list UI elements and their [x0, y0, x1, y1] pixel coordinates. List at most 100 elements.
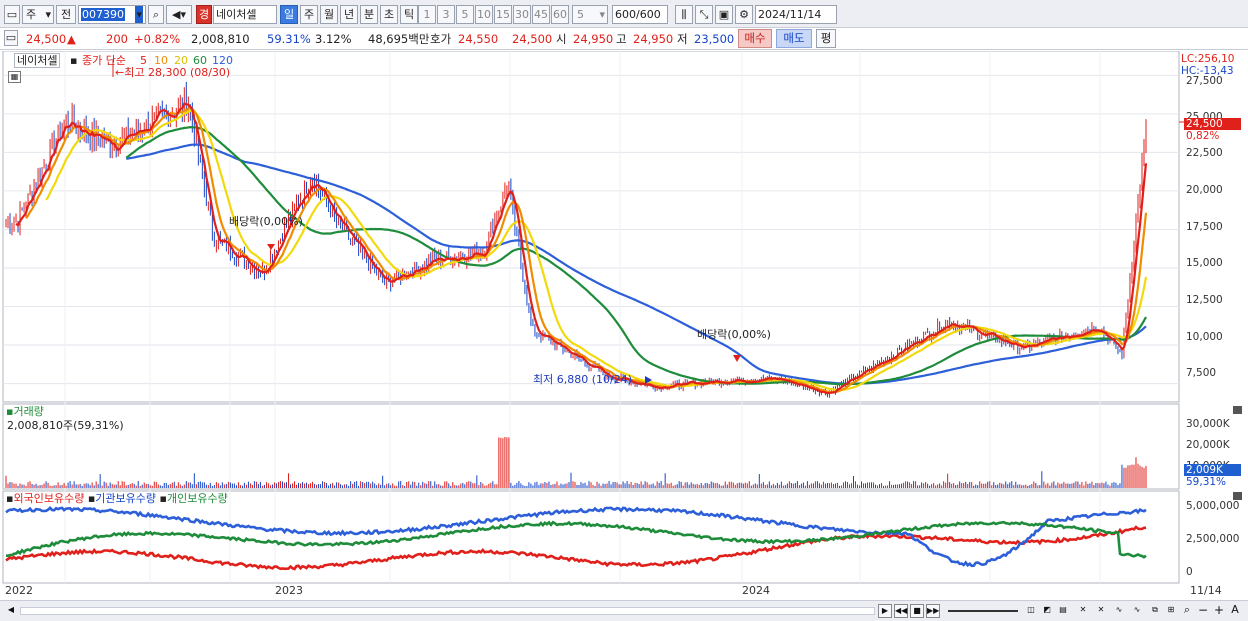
- stock-code-input[interactable]: 007390 ▾: [78, 5, 146, 24]
- cross-icon[interactable]: ✕: [1076, 604, 1090, 618]
- evaluate-button[interactable]: 평: [816, 29, 836, 48]
- chevron-down-icon: ▾: [599, 8, 605, 21]
- change-arrow-icon: ▲: [67, 32, 76, 46]
- dividend-label-1: 배당락(0,00%): [229, 215, 303, 228]
- tab-minute[interactable]: 분: [360, 5, 378, 24]
- price-tick: 10,000: [1186, 331, 1223, 343]
- stop-icon[interactable]: ■: [910, 604, 924, 618]
- expand-icon[interactable]: ▭: [4, 30, 18, 46]
- x-tick: 11/14: [1190, 584, 1222, 597]
- price-tick: 15,000: [1186, 257, 1223, 269]
- candle-icon[interactable]: ⫼: [675, 5, 693, 24]
- font-size-icon[interactable]: A: [1228, 604, 1242, 618]
- low-price: 23,500: [694, 32, 735, 46]
- price-tick: 22,500: [1186, 147, 1223, 159]
- draw-tool-icon[interactable]: ⤡: [695, 5, 713, 24]
- interval-select[interactable]: 5 ▾: [572, 5, 608, 24]
- open-price: 24,950: [573, 32, 614, 46]
- current-price: 24,500: [26, 32, 67, 46]
- scroll-right-icon[interactable]: ▶: [878, 604, 892, 618]
- low-annotation: 최저 6,880 (10/24): [533, 373, 633, 386]
- interval-10[interactable]: 10: [475, 5, 493, 24]
- table-icon[interactable]: ▦: [8, 71, 21, 83]
- open-label: 시: [556, 32, 567, 46]
- legend-bullet-icon: ▪: [70, 54, 78, 67]
- tool-icon[interactable]: ◫: [1024, 604, 1038, 618]
- current-price-box: 24,500: [1184, 118, 1241, 130]
- window-menu-icon[interactable]: ▭: [4, 5, 20, 24]
- volume-title: ▪거래량: [6, 405, 44, 418]
- interval-45[interactable]: 45: [532, 5, 550, 24]
- prev-button[interactable]: 전: [56, 5, 76, 24]
- bid-price: 24,500: [512, 32, 553, 46]
- tab-second[interactable]: 초: [380, 5, 398, 24]
- low-label: 저: [677, 32, 688, 46]
- zoom-icon[interactable]: ⌕: [1180, 604, 1194, 618]
- save-icon[interactable]: ▣: [715, 5, 733, 24]
- high-price: 24,950: [633, 32, 674, 46]
- stock-name-field[interactable]: 네이처셀: [213, 5, 277, 24]
- price-tick: 7,500: [1186, 367, 1217, 379]
- speaker-icon[interactable]: ◀▾: [166, 5, 192, 24]
- chart-icon[interactable]: ⊞: [1164, 604, 1178, 618]
- rewind-icon[interactable]: ◀◀: [894, 604, 908, 618]
- pane-close-icon[interactable]: [1233, 492, 1242, 500]
- high-label: 고: [616, 32, 627, 46]
- tool-icon[interactable]: ◩: [1040, 604, 1054, 618]
- current-volume-box: 2,009K: [1184, 464, 1241, 476]
- zoom-in-icon[interactable]: +: [1212, 604, 1226, 618]
- legend-stock-name[interactable]: 네이처셀: [14, 53, 61, 68]
- interval-3[interactable]: 3: [437, 5, 455, 24]
- gear-icon[interactable]: ⚙: [735, 5, 753, 24]
- holdings-legend: ▪외국인보유수량 ▪기관보유수량 ▪개인보유수량: [6, 492, 228, 505]
- horizontal-scrollbar[interactable]: [20, 607, 875, 615]
- count-field[interactable]: 600/600: [612, 5, 668, 24]
- legend-individual: 개인보유수량: [166, 492, 228, 505]
- high-annotation-text: 최고 28,300 (08/30): [124, 66, 231, 79]
- ask-label: 호가: [430, 32, 452, 46]
- volume-title-text: 거래량: [13, 405, 44, 418]
- interval-30[interactable]: 30: [513, 5, 531, 24]
- interval-1[interactable]: 1: [418, 5, 436, 24]
- volume-pane: [2, 403, 1180, 490]
- volume-tick: 20,000K: [1186, 439, 1230, 451]
- date-field[interactable]: 2024/11/14: [755, 5, 837, 24]
- volume-value-label: 2,008,810주(59,31%): [7, 419, 124, 432]
- tab-week[interactable]: 주: [300, 5, 318, 24]
- chart-canvas[interactable]: [0, 51, 1248, 601]
- trade-amount: 48,695백만: [368, 32, 430, 46]
- count-value: 600: [615, 8, 636, 21]
- ask-price: 24,550: [458, 32, 499, 46]
- change-value: 200: [106, 32, 128, 46]
- turnover-rate: 3.12%: [315, 32, 352, 46]
- x-tick: 2022: [5, 584, 33, 597]
- pane-close-icon[interactable]: [1233, 406, 1242, 414]
- period-select-label: 주: [26, 8, 37, 21]
- chevron-down-icon: ▾: [45, 8, 51, 21]
- current-price-percent: 0,82%: [1186, 130, 1220, 142]
- tool-icon[interactable]: ▤: [1056, 604, 1070, 618]
- interval-5[interactable]: 5: [456, 5, 474, 24]
- interval-15[interactable]: 15: [494, 5, 512, 24]
- sell-button[interactable]: 매도: [776, 29, 812, 48]
- tab-month[interactable]: 월: [320, 5, 338, 24]
- period-select[interactable]: 주 ▾: [22, 5, 54, 24]
- trend-icon[interactable]: ∿: [1130, 604, 1144, 618]
- tab-year[interactable]: 년: [340, 5, 358, 24]
- tab-tick[interactable]: 틱: [400, 5, 418, 24]
- scroll-left-icon[interactable]: ◀: [4, 604, 18, 618]
- interval-60[interactable]: 60: [551, 5, 569, 24]
- copy-icon[interactable]: ⧉: [1148, 604, 1162, 618]
- zoom-out-icon[interactable]: −: [1196, 604, 1210, 618]
- chevron-down-icon: ▾: [135, 6, 143, 23]
- chart-area[interactable]: 네이처셀 ▪ 종가 단순 5 10 20 60 120 ▦ ←최고 28,300…: [0, 51, 1248, 621]
- fast-forward-icon[interactable]: ▶▶: [926, 604, 940, 618]
- zoom-slider[interactable]: [948, 610, 1018, 612]
- search-icon[interactable]: ⌕: [148, 5, 164, 24]
- buy-button[interactable]: 매수: [738, 29, 772, 48]
- interval-select-value: 5: [577, 8, 584, 21]
- cross-icon[interactable]: ✕: [1094, 604, 1108, 618]
- tab-day[interactable]: 일: [280, 5, 298, 24]
- trend-icon[interactable]: ∿: [1112, 604, 1126, 618]
- dividend-label-2: 배당락(0,00%): [697, 328, 771, 341]
